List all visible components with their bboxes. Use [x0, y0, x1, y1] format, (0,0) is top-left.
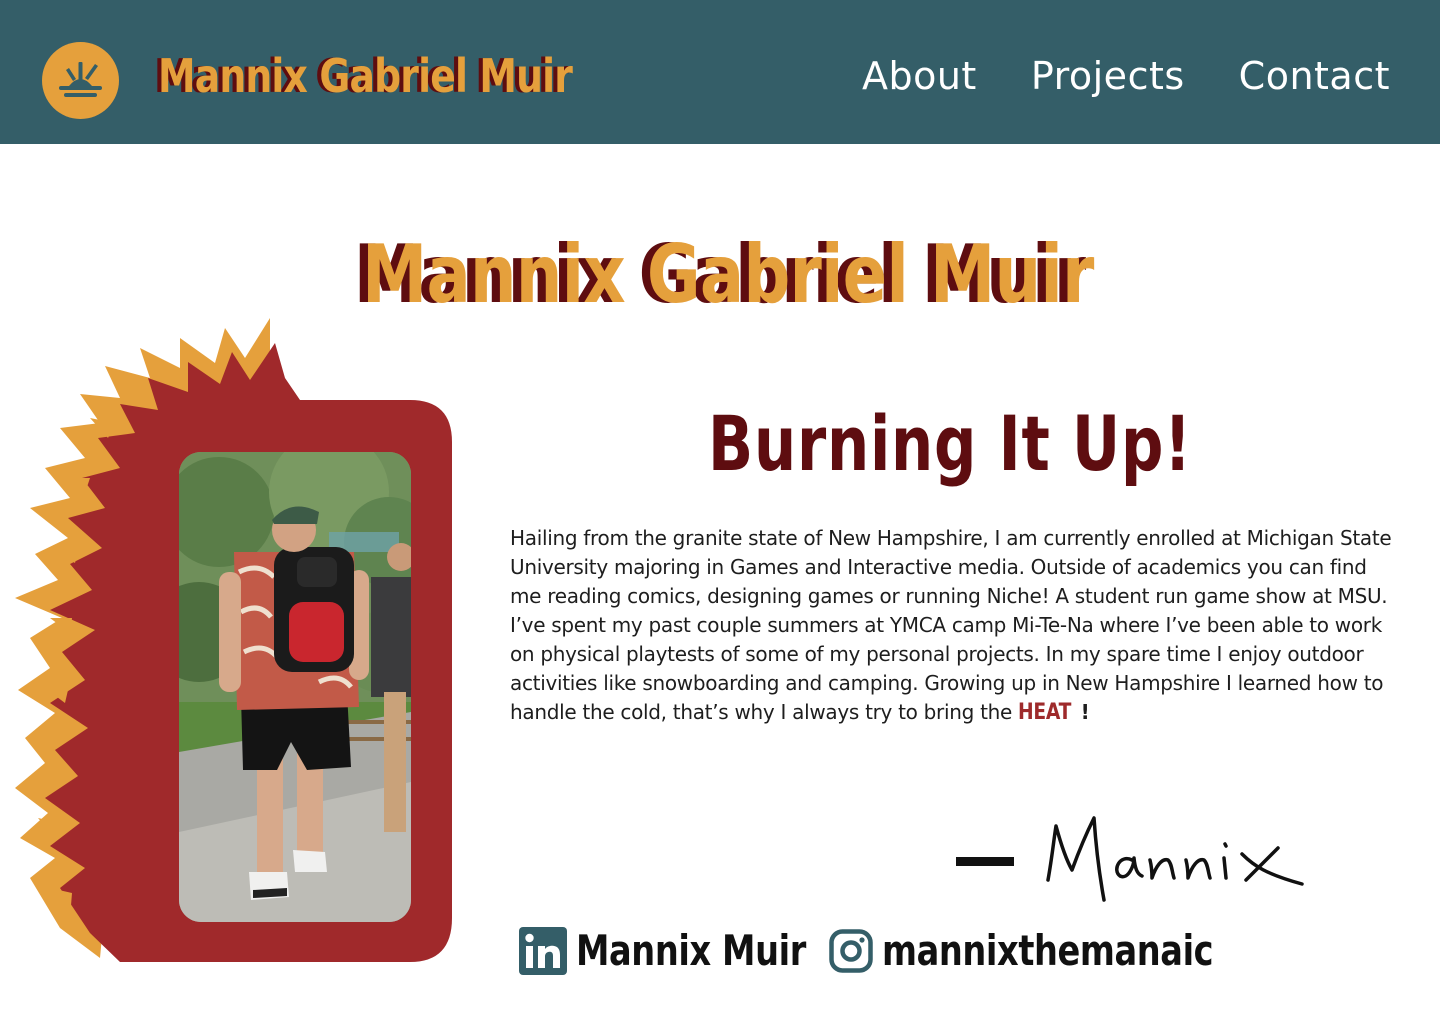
profile-photo	[179, 452, 411, 922]
logo[interactable]	[42, 42, 119, 119]
instagram-icon	[829, 929, 873, 973]
site-title[interactable]: Mannix Gabriel Muir	[158, 48, 573, 104]
bio-end: !	[1080, 700, 1090, 724]
section-title: Burning It Up!	[708, 399, 1192, 488]
linkedin-label: Mannix Muir	[576, 926, 806, 975]
instagram-link[interactable]: mannixthemanaic	[829, 926, 1296, 976]
bio-emphasis: HEAT	[1018, 700, 1072, 725]
nav-contact[interactable]: Contact	[1239, 52, 1390, 100]
linkedin-link[interactable]: Mannix Muir	[519, 926, 863, 976]
signature	[1046, 816, 1304, 902]
nav-projects[interactable]: Projects	[1031, 52, 1185, 100]
hero-name: Mannix Gabriel Muir	[362, 228, 1094, 321]
site-header: Mannix Gabriel Muir About Projects Conta…	[0, 0, 1440, 144]
instagram-label: mannixthemanaic	[882, 926, 1214, 975]
sunrise-burst-icon	[59, 62, 102, 97]
linkedin-icon	[519, 927, 567, 975]
bio-text: Hailing from the granite state of New Ha…	[510, 526, 1392, 724]
flame-photo-frame	[0, 318, 452, 962]
main-nav: About Projects Contact	[862, 52, 1390, 100]
signature-dash	[956, 857, 1014, 866]
nav-about[interactable]: About	[862, 52, 977, 100]
photo-scene-graphic	[179, 452, 411, 922]
bio-paragraph: Hailing from the granite state of New Ha…	[510, 524, 1394, 727]
